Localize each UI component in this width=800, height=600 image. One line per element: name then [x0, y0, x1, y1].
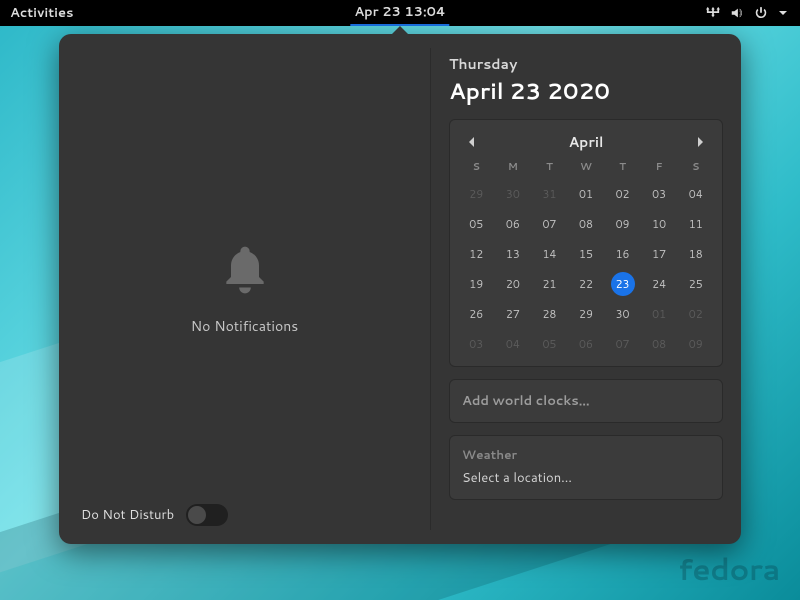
calendar-day[interactable]: 30: [604, 302, 641, 326]
calendar-day[interactable]: 15: [568, 242, 605, 266]
calendar-day[interactable]: 17: [641, 242, 678, 266]
calendar-day[interactable]: 06: [495, 212, 532, 236]
calendar-day[interactable]: 10: [641, 212, 678, 236]
calendar-day[interactable]: 02: [604, 182, 641, 206]
calendar-day[interactable]: 01: [641, 302, 678, 326]
power-icon[interactable]: [754, 6, 768, 20]
popover-arrow: [390, 26, 410, 36]
calendar-day-header: T: [604, 160, 641, 176]
month-label: April: [569, 132, 604, 152]
system-status-area[interactable]: [706, 6, 800, 20]
chevron-down-icon[interactable]: [778, 8, 788, 18]
bell-icon: [217, 242, 273, 298]
calendar-day[interactable]: 29: [458, 182, 495, 206]
calendar-day[interactable]: 19: [458, 272, 495, 296]
calendar-day[interactable]: 06: [568, 332, 605, 356]
calendar-day[interactable]: 05: [531, 332, 568, 356]
calendar-day[interactable]: 09: [604, 212, 641, 236]
calendar-day[interactable]: 30: [495, 182, 532, 206]
no-notifications-label: No Notifications: [191, 316, 298, 336]
calendar-day[interactable]: 07: [604, 332, 641, 356]
calendar-day[interactable]: 25: [677, 272, 714, 296]
calendar-day[interactable]: 31: [531, 182, 568, 206]
calendar-day[interactable]: 07: [531, 212, 568, 236]
calendar-day-header: S: [677, 160, 714, 176]
calendar-widget: April SMTWTFS293031010203040506070809101…: [449, 119, 723, 367]
calendar-day[interactable]: 27: [495, 302, 532, 326]
calendar-day[interactable]: 12: [458, 242, 495, 266]
next-month-button[interactable]: [692, 134, 708, 150]
calendar-day[interactable]: 28: [531, 302, 568, 326]
calendar-day[interactable]: 21: [531, 272, 568, 296]
calendar-day[interactable]: 14: [531, 242, 568, 266]
calendar-day[interactable]: 13: [495, 242, 532, 266]
weather-title: Weather: [462, 446, 710, 463]
calendar-day-header: S: [458, 160, 495, 176]
distro-brand: fedora: [678, 547, 780, 590]
calendar-day[interactable]: 08: [568, 212, 605, 236]
datetime-label: Apr 23 13:04: [354, 3, 445, 21]
calendar-grid: SMTWTFS293031010203040506070809101112131…: [458, 160, 714, 356]
calendar-pane: Thursday April 23 2020 April SMTWTFS2930…: [431, 34, 741, 544]
top-bar: Activities Apr 23 13:04: [0, 0, 800, 26]
calendar-day[interactable]: 08: [641, 332, 678, 356]
calendar-day-header: M: [495, 160, 532, 176]
calendar-nav: April: [458, 128, 714, 160]
calendar-day[interactable]: 24: [641, 272, 678, 296]
calendar-day[interactable]: 09: [677, 332, 714, 356]
calendar-day[interactable]: 23: [611, 272, 635, 296]
calendar-day[interactable]: 20: [495, 272, 532, 296]
calendar-day[interactable]: 03: [641, 182, 678, 206]
dnd-toggle[interactable]: [186, 504, 228, 526]
calendar-day-header: F: [641, 160, 678, 176]
do-not-disturb-row: Do Not Disturb: [81, 504, 228, 526]
dnd-label: Do Not Disturb: [81, 506, 174, 524]
datetime-popover: No Notifications Do Not Disturb Thursday…: [59, 34, 741, 544]
calendar-day[interactable]: 16: [604, 242, 641, 266]
calendar-day[interactable]: 02: [677, 302, 714, 326]
calendar-day[interactable]: 29: [568, 302, 605, 326]
activities-button[interactable]: Activities: [0, 4, 74, 22]
calendar-day[interactable]: 01: [568, 182, 605, 206]
datetime-button[interactable]: Apr 23 13:04: [350, 1, 449, 26]
weather-select-location[interactable]: Select a location…: [462, 469, 710, 487]
calendar-day[interactable]: 05: [458, 212, 495, 236]
notifications-pane: No Notifications Do Not Disturb: [59, 34, 430, 544]
add-world-clocks-button[interactable]: Add world clocks…: [449, 379, 723, 423]
day-of-week: Thursday: [449, 54, 723, 74]
calendar-day[interactable]: 11: [677, 212, 714, 236]
weather-panel: Weather Select a location…: [449, 435, 723, 500]
date-heading: Thursday April 23 2020: [449, 54, 723, 107]
calendar-day[interactable]: 26: [458, 302, 495, 326]
volume-icon[interactable]: [730, 6, 744, 20]
calendar-day[interactable]: 04: [677, 182, 714, 206]
calendar-day-header: W: [568, 160, 605, 176]
calendar-day[interactable]: 18: [677, 242, 714, 266]
calendar-day[interactable]: 22: [568, 272, 605, 296]
calendar-day[interactable]: 04: [495, 332, 532, 356]
network-icon[interactable]: [706, 6, 720, 20]
full-date: April 23 2020: [449, 76, 723, 107]
calendar-day[interactable]: 03: [458, 332, 495, 356]
prev-month-button[interactable]: [464, 134, 480, 150]
calendar-day-header: T: [531, 160, 568, 176]
